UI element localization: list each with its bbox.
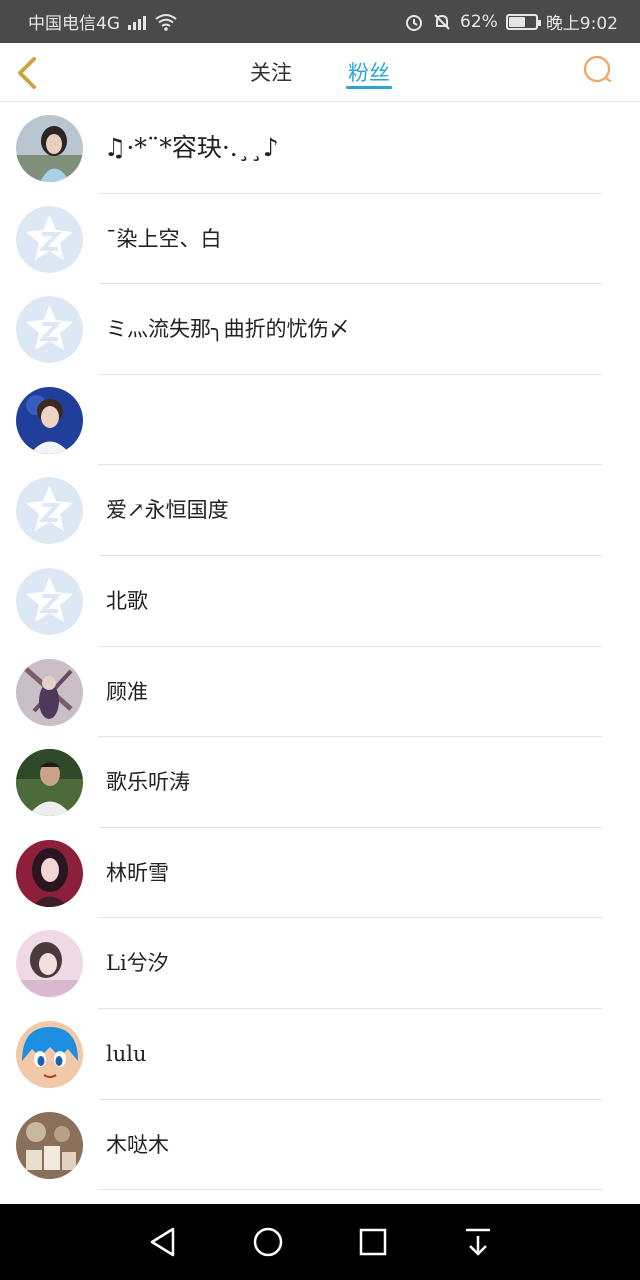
fan-name: ♫·*¨*容玦·.¸¸♪ <box>104 133 279 162</box>
notifications-down-icon[interactable] <box>458 1222 498 1262</box>
battery-icon <box>505 13 541 30</box>
avatar[interactable] <box>16 1111 83 1179</box>
search-button[interactable] <box>582 54 614 86</box>
fan-list-item[interactable]: ♫·*¨*容玦·.¸¸♪ <box>0 103 640 194</box>
header: 关注 粉丝 <box>0 43 640 102</box>
fan-list-item[interactable]: ˉ染上空、白 <box>0 194 640 285</box>
fan-list-item[interactable]: 木哒木 <box>0 1100 640 1191</box>
avatar[interactable] <box>16 115 83 182</box>
fan-list-item[interactable] <box>0 375 640 466</box>
alarm-icon <box>406 14 423 31</box>
fan-name: 顾准 <box>106 679 148 704</box>
tab-fans[interactable]: 粉丝 <box>346 43 392 102</box>
tab-following[interactable]: 关注 <box>250 43 292 102</box>
avatar[interactable] <box>16 1020 83 1088</box>
wifi-icon <box>155 13 177 31</box>
status-left: 中国电信4G <box>28 9 178 34</box>
status-bar: 中国电信4G 62% 晚上9:02 <box>0 0 640 43</box>
fan-list-item[interactable]: lulu <box>0 1009 640 1100</box>
home-circle-icon[interactable] <box>248 1222 288 1262</box>
fan-name: 北歌 <box>106 588 148 613</box>
fan-name: ミ灬流失那╮曲折的忧伤〆 <box>106 317 350 342</box>
avatar[interactable] <box>16 930 83 998</box>
avatar[interactable] <box>16 749 83 817</box>
fan-name: lulu <box>106 1041 147 1066</box>
mute-bell-icon <box>434 13 450 30</box>
fan-list-item[interactable]: 林昕雪 <box>0 828 640 919</box>
avatar[interactable] <box>16 567 83 635</box>
avatar[interactable] <box>16 205 83 273</box>
avatar[interactable] <box>16 658 83 726</box>
fan-list-item[interactable]: 歌乐听涛 <box>0 737 640 828</box>
avatar[interactable] <box>16 477 83 545</box>
row-divider <box>98 1189 602 1191</box>
fan-name: 林昕雪 <box>106 860 169 885</box>
fan-name: Li兮汐 <box>106 951 169 976</box>
recents-square-icon[interactable] <box>353 1222 393 1262</box>
fan-name: 木哒木 <box>106 1132 169 1157</box>
clock: 晚上9:02 <box>545 14 618 34</box>
fan-list-item[interactable]: 爱↗永恒国度 <box>0 465 640 556</box>
battery-percent: 62% <box>460 11 498 32</box>
fan-name: 歌乐听涛 <box>106 770 190 795</box>
fan-list-item[interactable]: 北歌 <box>0 556 640 647</box>
fan-list-item[interactable]: ミ灬流失那╮曲折的忧伤〆 <box>0 284 640 375</box>
fans-list: ♫·*¨*容玦·.¸¸♪ ˉ染上空、白ミ灬流失那╮曲折的忧伤〆 爱↗永恒国度 北歌顾准… <box>0 103 640 1191</box>
carrier-label: 中国电信4G <box>28 14 120 34</box>
search-icon <box>583 55 612 83</box>
nav-bar <box>0 1204 640 1280</box>
avatar[interactable] <box>16 839 83 907</box>
signal-icon <box>128 14 146 30</box>
fan-list-item[interactable]: 顾准 <box>0 647 640 738</box>
back-triangle-icon[interactable] <box>143 1222 183 1262</box>
fan-list-item[interactable]: Li兮汐 <box>0 918 640 1009</box>
fan-name: 爱↗永恒国度 <box>106 498 229 523</box>
status-right: 62% 晚上9:02 <box>404 9 618 34</box>
avatar[interactable] <box>16 296 83 364</box>
fan-name: ˉ染上空、白 <box>106 226 222 251</box>
avatar[interactable] <box>16 386 83 454</box>
tab-bar: 关注 粉丝 <box>0 43 640 102</box>
